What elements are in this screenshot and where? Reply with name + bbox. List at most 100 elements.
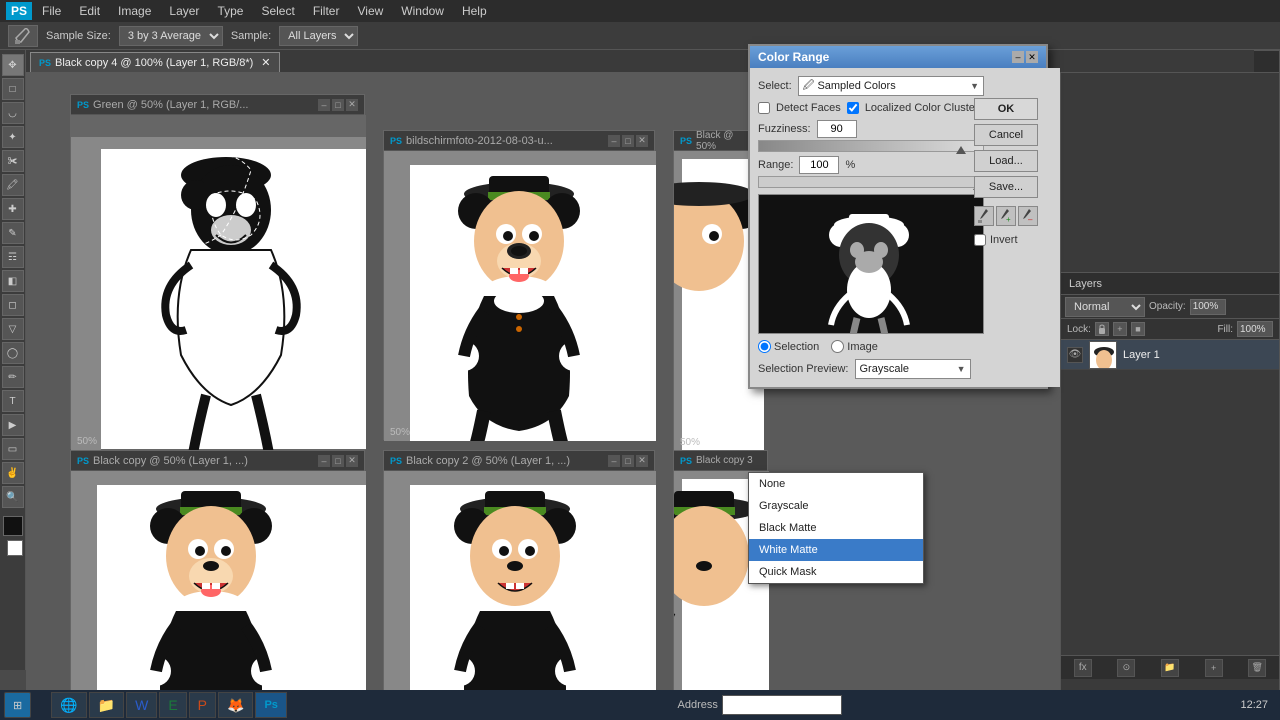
ps-logo[interactable]: PS xyxy=(6,2,32,20)
range-input[interactable]: 100 xyxy=(799,156,839,174)
delete-layer-btn[interactable]: 🗑 xyxy=(1248,659,1266,677)
doc-close-bc2[interactable]: ✕ xyxy=(636,455,648,467)
eyedropper-add-icon[interactable]: + xyxy=(996,206,1016,226)
magic-wand-tool[interactable]: ✦ xyxy=(2,126,24,148)
type-tool[interactable]: T xyxy=(2,390,24,412)
blend-mode-select[interactable]: Normal xyxy=(1065,297,1145,317)
doc-minimize-bc2[interactable]: – xyxy=(608,455,620,467)
menu-type[interactable]: Type xyxy=(209,2,251,20)
fuzziness-slider-handle[interactable] xyxy=(956,146,966,154)
new-layer-btn[interactable]: + xyxy=(1205,659,1223,677)
taskbar-ie[interactable]: 🌐 xyxy=(51,692,86,718)
crop-tool[interactable]: ✀ xyxy=(2,150,24,172)
history-tool[interactable]: ◧ xyxy=(2,270,24,292)
dropdown-grayscale[interactable]: Grayscale xyxy=(749,495,923,517)
doc-close-bild[interactable]: ✕ xyxy=(636,135,648,147)
load-button[interactable]: Load... xyxy=(974,150,1038,172)
doc-maximize-bc2[interactable]: □ xyxy=(622,455,634,467)
lasso-tool[interactable]: ◡ xyxy=(2,102,24,124)
invert-checkbox[interactable] xyxy=(974,234,986,246)
taskbar-excel[interactable]: E xyxy=(159,692,186,718)
doc-close-bc[interactable]: ✕ xyxy=(346,455,358,467)
menu-select[interactable]: Select xyxy=(253,2,302,20)
lock-all-btn[interactable]: ■ xyxy=(1131,322,1145,336)
sample-select[interactable]: All Layers xyxy=(279,26,358,46)
add-mask-btn[interactable]: ⊙ xyxy=(1117,659,1135,677)
cancel-button[interactable]: Cancel xyxy=(974,124,1038,146)
menu-filter[interactable]: Filter xyxy=(305,2,348,20)
menu-layer[interactable]: Layer xyxy=(161,2,207,20)
sample-size-select[interactable]: 3 by 3 Average xyxy=(119,26,223,46)
doc-minimize-bild[interactable]: – xyxy=(608,135,620,147)
taskbar-firefox[interactable]: 🦊 xyxy=(218,692,253,718)
fill-input[interactable] xyxy=(1237,321,1273,337)
eyedropper-tool-icon[interactable] xyxy=(8,25,38,47)
taskbar-show-desktop[interactable] xyxy=(33,692,49,718)
ok-button[interactable]: OK xyxy=(974,98,1038,120)
path-select-tool[interactable]: ▶ xyxy=(2,414,24,436)
detect-faces-checkbox[interactable] xyxy=(758,102,770,114)
doc-maximize-bc[interactable]: □ xyxy=(332,455,344,467)
fuzziness-input[interactable]: 90 xyxy=(817,120,857,138)
zoom-tool[interactable]: 🔍 xyxy=(2,486,24,508)
taskbar-ppt[interactable]: P xyxy=(189,692,216,718)
taskbar-folder[interactable]: 📁 xyxy=(89,692,124,718)
tab-black-copy4[interactable]: PS Black copy 4 @ 100% (Layer 1, RGB/8*)… xyxy=(30,52,280,72)
selection-radio[interactable] xyxy=(758,340,771,353)
lock-position-btn[interactable]: + xyxy=(1113,322,1127,336)
dropdown-quick-mask[interactable]: Quick Mask xyxy=(749,561,923,583)
marquee-tool[interactable]: □ xyxy=(2,78,24,100)
doc-minimize-bc[interactable]: – xyxy=(318,455,330,467)
taskbar-ps[interactable]: Ps xyxy=(255,692,286,718)
move-tool[interactable]: ✥ xyxy=(2,54,24,76)
address-input[interactable] xyxy=(722,695,842,715)
lock-pixels-btn[interactable] xyxy=(1095,322,1109,336)
layer-row-1[interactable]: 👁 Layer 1 xyxy=(1061,340,1279,370)
foreground-color[interactable] xyxy=(3,516,23,536)
doc-maximize-green[interactable]: □ xyxy=(332,99,344,111)
image-radio[interactable] xyxy=(831,340,844,353)
brush-tool[interactable]: ✎ xyxy=(2,222,24,244)
menu-edit[interactable]: Edit xyxy=(71,2,108,20)
menu-window[interactable]: Window xyxy=(393,2,452,20)
tab-close-icon[interactable]: ✕ xyxy=(261,56,270,69)
image-radio-option: Image xyxy=(831,340,878,353)
healing-tool[interactable]: ✚ xyxy=(2,198,24,220)
dodge-tool[interactable]: ◯ xyxy=(2,342,24,364)
shape-tool[interactable]: ▭ xyxy=(2,438,24,460)
dropdown-black-matte[interactable]: Black Matte xyxy=(749,517,923,539)
select-dropdown[interactable]: 🖉 Sampled Colors ▼ xyxy=(798,76,984,96)
eraser-tool[interactable]: ◻ xyxy=(2,294,24,316)
clone-tool[interactable]: ☶ xyxy=(2,246,24,268)
layer-visibility-icon[interactable]: 👁 xyxy=(1067,347,1083,363)
gradient-tool[interactable]: ▽ xyxy=(2,318,24,340)
hand-tool[interactable]: ✌ xyxy=(2,462,24,484)
menu-file[interactable]: File xyxy=(34,2,69,20)
new-group-btn[interactable]: 📁 xyxy=(1161,659,1179,677)
eyedropper-tool[interactable]: 🖍 xyxy=(2,174,24,196)
save-button[interactable]: Save... xyxy=(974,176,1038,198)
menu-view[interactable]: View xyxy=(349,2,391,20)
pen-tool[interactable]: ✏ xyxy=(2,366,24,388)
dropdown-none[interactable]: None xyxy=(749,473,923,495)
clock: 12:27 xyxy=(1232,699,1276,711)
menu-help[interactable]: Help xyxy=(454,2,495,20)
taskbar-word[interactable]: W xyxy=(126,692,157,718)
background-color[interactable] xyxy=(7,540,23,556)
dropdown-white-matte[interactable]: White Matte xyxy=(749,539,923,561)
doc-close-green[interactable]: ✕ xyxy=(346,99,358,111)
eyedropper-subtract-icon[interactable]: – xyxy=(1018,206,1038,226)
eyedropper-sample-icon[interactable] xyxy=(974,206,994,226)
opacity-input[interactable] xyxy=(1190,299,1226,315)
doc-minimize-green[interactable]: – xyxy=(318,99,330,111)
doc-maximize-bild[interactable]: □ xyxy=(622,135,634,147)
localized-clusters-checkbox[interactable] xyxy=(847,102,859,114)
start-button[interactable]: ⊞ xyxy=(4,692,31,718)
dialog-close[interactable]: ✕ xyxy=(1026,51,1038,63)
add-layer-style-btn[interactable]: fx xyxy=(1074,659,1092,677)
menu-image[interactable]: Image xyxy=(110,2,159,20)
dialog-titlebar[interactable]: Color Range – ✕ xyxy=(750,46,1046,68)
range-row: Range: 100 % xyxy=(758,156,984,188)
selection-preview-dropdown[interactable]: Grayscale ▼ xyxy=(855,359,971,379)
dialog-minimize[interactable]: – xyxy=(1012,51,1024,63)
